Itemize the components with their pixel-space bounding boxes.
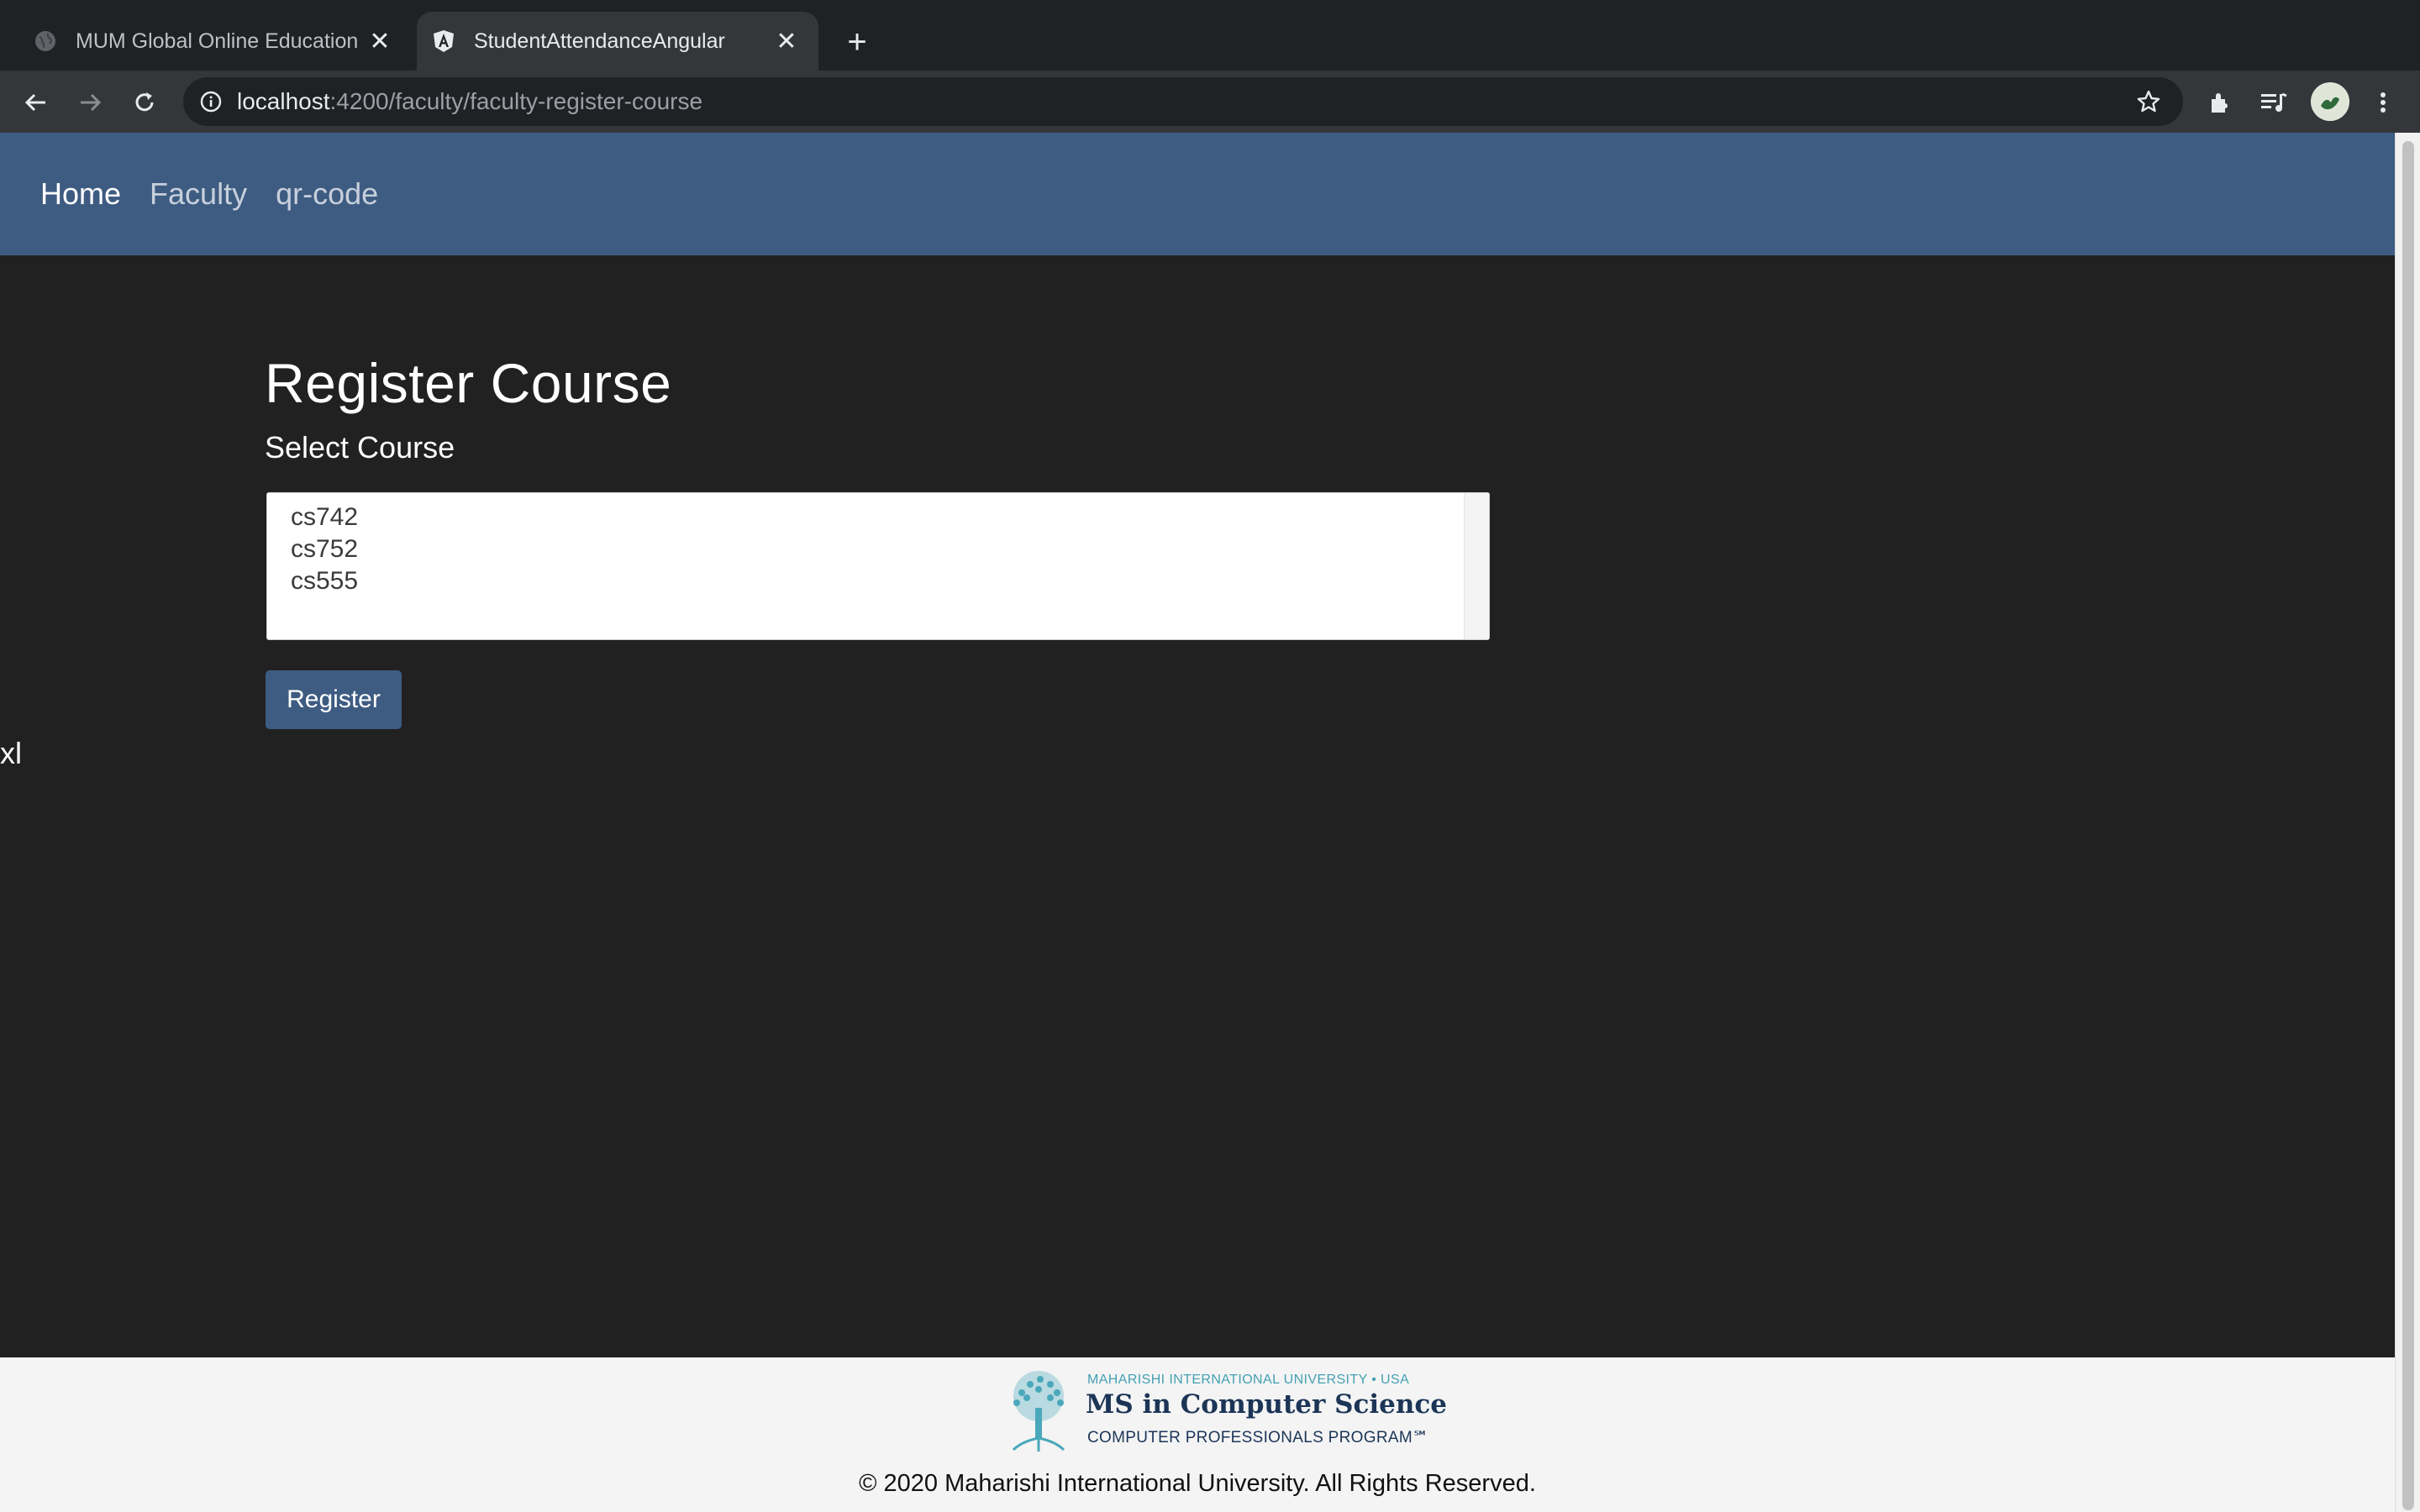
nav-link-qr-code[interactable]: qr-code [276, 176, 378, 212]
browser-tab-mum[interactable]: MUM Global Online Education ✕ [18, 12, 412, 71]
browser-menu-icon[interactable] [2365, 84, 2402, 121]
forward-icon[interactable] [72, 84, 109, 121]
browser-tab-strip: MUM Global Online Education ✕ StudentAtt… [0, 0, 2420, 71]
new-tab-button[interactable]: + [840, 25, 874, 59]
nav-link-faculty[interactable]: Faculty [150, 176, 247, 212]
extensions-icon[interactable] [2202, 84, 2238, 121]
mum-cs-logo: MAHARISHI INTERNATIONAL UNIVERSITY • USA… [997, 1368, 1447, 1453]
address-bar[interactable]: localhost:4200/faculty/faculty-register-… [183, 77, 2183, 126]
nav-link-home[interactable]: Home [40, 176, 121, 212]
page-footer: MAHARISHI INTERNATIONAL UNIVERSITY • USA… [0, 1357, 2395, 1512]
scrollbar-thumb[interactable] [2402, 141, 2414, 1510]
page-scrollbar[interactable] [2395, 133, 2420, 1512]
course-option[interactable]: cs752 [267, 533, 1489, 565]
close-icon[interactable]: ✕ [770, 24, 803, 58]
tab-title: MUM Global Online Education [76, 29, 359, 53]
info-icon[interactable] [198, 89, 224, 114]
page-viewport: Home Faculty qr-code Register Course Sel… [0, 133, 2395, 1512]
url-path: :4200/faculty/faculty-register-course [329, 88, 703, 114]
bookmark-star-icon[interactable] [2133, 86, 2165, 118]
course-select-list[interactable]: cs742 cs752 cs555 [266, 492, 1490, 640]
tab-title: StudentAttendanceAngular [474, 29, 725, 53]
close-icon[interactable]: ✕ [363, 24, 397, 58]
top-navbar: Home Faculty qr-code [0, 133, 2395, 255]
reload-icon[interactable] [126, 84, 163, 121]
logo-program-title: MS in Computer Science [1086, 1389, 1448, 1420]
profile-avatar[interactable] [2311, 82, 2349, 121]
register-button[interactable]: Register [266, 670, 402, 729]
logo-university-text: MAHARISHI INTERNATIONAL UNIVERSITY • USA [1087, 1373, 1410, 1387]
register-course-form: Register Course Select Course cs742 cs75… [265, 351, 1490, 729]
copyright-text: © 2020 Maharishi International Universit… [859, 1470, 1536, 1497]
globe-icon [34, 29, 57, 53]
page-title: Register Course [265, 352, 672, 414]
nav-links: Home Faculty qr-code [40, 176, 407, 212]
back-icon[interactable] [17, 84, 54, 121]
select-scrollbar[interactable] [1464, 493, 1489, 639]
browser-tab-student-attendance[interactable]: StudentAttendanceAngular ✕ [417, 12, 818, 71]
url-host: localhost [237, 88, 330, 114]
angular-icon [432, 29, 455, 53]
media-controls-icon[interactable] [2255, 84, 2292, 121]
stray-text: xl [0, 736, 22, 770]
tree-logo-icon [1012, 1371, 1065, 1452]
course-option[interactable]: cs555 [267, 565, 1489, 597]
logo-program-subtitle: COMPUTER PROFESSIONALS PROGRAM℠ [1087, 1429, 1429, 1446]
course-option[interactable]: cs742 [267, 501, 1489, 533]
select-course-label: Select Course [265, 430, 455, 465]
